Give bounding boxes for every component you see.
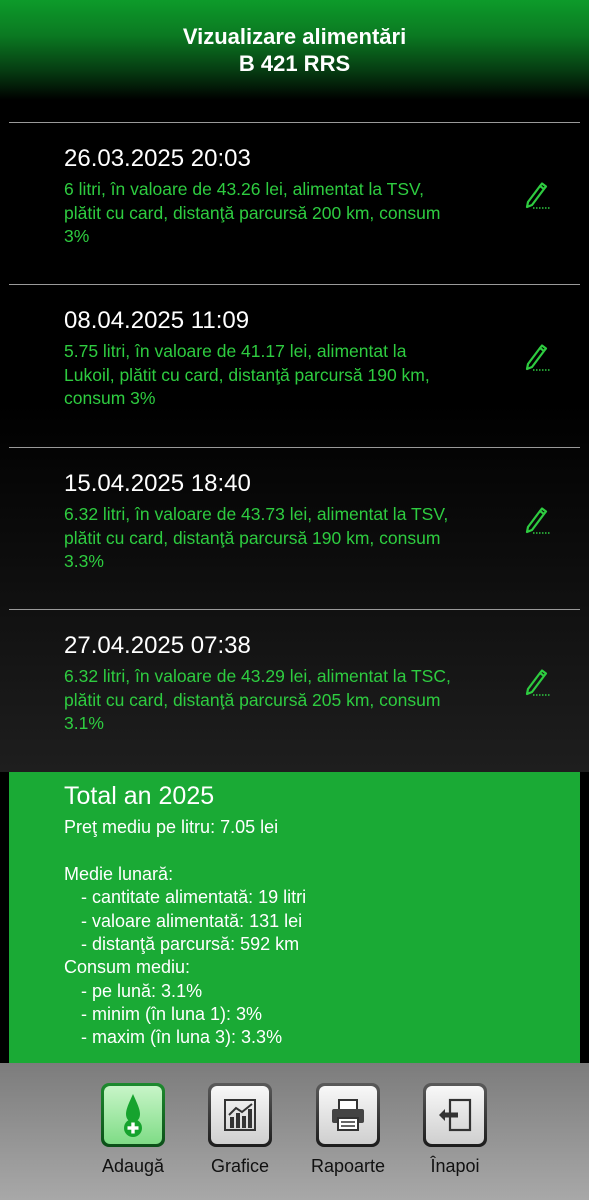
refuel-entry[interactable]: 15.04.2025 18:40 6.32 litri, în valoare … xyxy=(0,470,589,620)
monthly-heading: Medie lunară: xyxy=(64,864,174,884)
pencil-icon[interactable] xyxy=(524,340,554,374)
back-label: Înapoi xyxy=(430,1156,480,1176)
back-button[interactable]: Înapoi xyxy=(415,1083,495,1177)
bottom-toolbar: Adaugă Grafice Rapoarte Înapoi xyxy=(0,1063,589,1200)
pencil-icon[interactable] xyxy=(524,665,554,699)
summary-title: Total an 2025 xyxy=(64,782,215,810)
header: Vizualizare alimentări B 421 RRS xyxy=(0,0,589,100)
consumption-min: - minim (în luna 1): 3% xyxy=(81,1004,263,1024)
divider xyxy=(9,447,580,448)
monthly-value: - valoare alimentată: 131 lei xyxy=(81,911,303,931)
bar-chart-icon xyxy=(224,1099,256,1131)
entry-date: 15.04.2025 18:40 xyxy=(64,470,251,497)
refuel-list[interactable]: 26.03.2025 20:03 6 litri, în valoare de … xyxy=(0,100,589,772)
entry-date: 08.04.2025 11:09 xyxy=(64,307,250,334)
pencil-icon[interactable] xyxy=(524,503,554,537)
refuel-entry[interactable]: 08.04.2025 11:09 5.75 litri, în valoare … xyxy=(0,307,589,457)
divider xyxy=(9,122,580,123)
average-price: Preţ mediu pe litru: 7.05 lei xyxy=(64,817,279,837)
consumption-monthly: - pe lună: 3.1% xyxy=(81,981,203,1001)
fuel-drop-plus-icon xyxy=(124,1094,142,1137)
divider xyxy=(9,284,580,285)
consumption-max: - maxim (în luna 3): 3.3% xyxy=(81,1027,283,1047)
entry-details: 6.32 litri, în valoare de 43.73 lei, ali… xyxy=(64,504,449,571)
charts-label: Grafice xyxy=(210,1156,270,1176)
monthly-distance: - distanţă parcursă: 592 km xyxy=(81,934,300,954)
monthly-quantity: - cantitate alimentată: 19 litri xyxy=(81,887,307,907)
page-title: Vizualizare alimentări xyxy=(182,24,407,49)
divider xyxy=(9,609,580,610)
charts-button[interactable]: Grafice xyxy=(200,1083,280,1177)
exit-arrow-icon xyxy=(439,1098,472,1132)
refuel-entry[interactable]: 27.04.2025 07:38 6.32 litri, în valoare … xyxy=(0,632,589,782)
vehicle-plate: B 421 RRS xyxy=(238,51,351,76)
entry-date: 27.04.2025 07:38 xyxy=(64,632,251,659)
entry-date: 26.03.2025 20:03 xyxy=(64,145,251,172)
reports-label: Rapoarte xyxy=(310,1156,386,1176)
refuel-entry[interactable]: 26.03.2025 20:03 6 litri, în valoare de … xyxy=(0,145,589,295)
reports-button[interactable]: Rapoarte xyxy=(308,1083,388,1177)
entry-details: 6.32 litri, în valoare de 43.29 lei, ali… xyxy=(64,666,451,733)
yearly-summary: Total an 2025 Preţ mediu pe litru: 7.05 … xyxy=(9,772,580,1063)
add-label: Adaugă xyxy=(101,1156,165,1176)
entry-details: 5.75 litri, în valoare de 41.17 lei, ali… xyxy=(64,341,430,408)
entry-details: 6 litri, în valoare de 43.26 lei, alimen… xyxy=(64,179,441,246)
printer-icon xyxy=(332,1099,364,1131)
consumption-heading: Consum mediu: xyxy=(64,957,191,977)
add-button[interactable]: Adaugă xyxy=(93,1083,173,1177)
pencil-icon[interactable] xyxy=(524,178,554,212)
